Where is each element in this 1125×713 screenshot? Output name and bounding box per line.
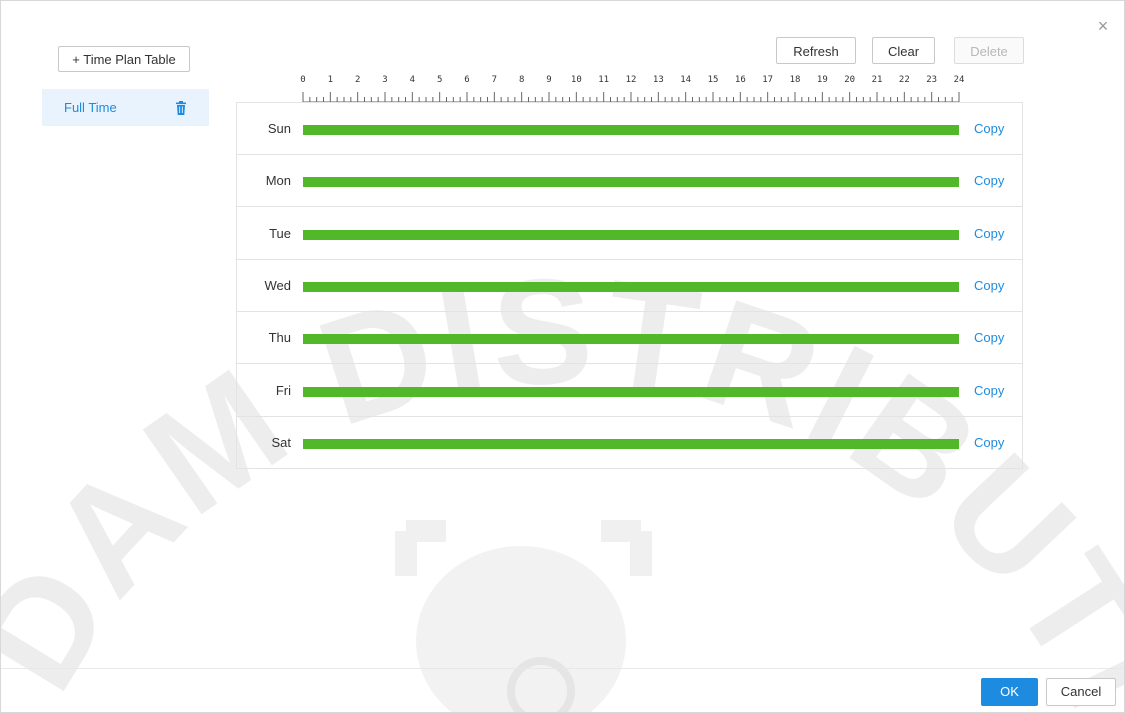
hour-label: 12: [625, 75, 637, 85]
day-label: Tue: [269, 225, 291, 241]
ok-button[interactable]: OK: [981, 678, 1038, 706]
copy-link[interactable]: Copy: [974, 312, 1004, 364]
day-row-sun: Sun Copy: [237, 103, 1022, 155]
day-timeline-track[interactable]: [303, 177, 959, 188]
copy-link[interactable]: Copy: [974, 155, 1004, 207]
day-row-fri: Fri Copy: [237, 365, 1022, 417]
time-segment-bar[interactable]: [303, 334, 959, 345]
copy-link[interactable]: Copy: [974, 103, 1004, 155]
footer-divider: [1, 668, 1124, 669]
time-segment-bar[interactable]: [303, 281, 959, 292]
plan-item-full-time[interactable]: Full Time: [42, 89, 209, 126]
hour-label: 24: [953, 75, 965, 85]
hour-label: 23: [926, 75, 938, 85]
day-timeline-track[interactable]: [303, 438, 959, 449]
hour-label: 11: [598, 75, 610, 85]
hour-label: 17: [762, 75, 774, 85]
hour-label: 15: [707, 75, 719, 85]
hour-label: 0: [300, 75, 306, 85]
day-timeline-track[interactable]: [303, 229, 959, 240]
time-segment-bar[interactable]: [303, 438, 959, 449]
hour-label: 2: [354, 75, 361, 85]
time-segment-bar[interactable]: [303, 125, 959, 135]
copy-link[interactable]: Copy: [974, 365, 1004, 417]
time-segment-bar[interactable]: [303, 229, 959, 240]
copy-link[interactable]: Copy: [974, 260, 1004, 312]
time-segment-bar[interactable]: [303, 386, 959, 397]
copy-link[interactable]: Copy: [974, 417, 1004, 469]
day-label: Fri: [275, 382, 291, 398]
day-label: Thu: [268, 330, 291, 346]
hour-label: 14: [680, 75, 692, 85]
day-row-wed: Wed Copy: [237, 260, 1022, 312]
hour-label: 22: [898, 75, 910, 85]
weekly-schedule-grid: Sun Copy Mon Copy Tue Copy Wed Copy Thu Copy Fri Co…: [236, 102, 1023, 469]
hour-label: 10: [570, 75, 582, 85]
day-label: Sat: [271, 434, 291, 450]
delete-button[interactable]: Delete: [954, 37, 1024, 64]
day-row-sat: Sat Copy: [237, 417, 1022, 469]
time-plan-list: Full Time: [42, 89, 209, 126]
hour-label: 8: [518, 75, 525, 85]
day-label: Wed: [264, 277, 292, 293]
hour-label: 13: [652, 75, 664, 85]
day-timeline-track[interactable]: [303, 125, 959, 135]
hour-label: 16: [734, 75, 746, 85]
day-timeline-track[interactable]: [303, 386, 959, 397]
hour-label: 9: [546, 75, 552, 85]
add-time-plan-button[interactable]: + Time Plan Table: [58, 46, 190, 72]
hour-label: 3: [382, 75, 388, 85]
close-icon[interactable]: ×: [1094, 17, 1112, 35]
day-timeline-track[interactable]: [303, 334, 959, 345]
hour-label: 21: [871, 75, 883, 85]
hour-ruler-labels: 0 1 2 3 4 5 6 7 8 9 10 11 12 13 14 15 16 17 18 19 20 21 22 23 24: [300, 75, 964, 87]
plan-item-label: Full Time: [64, 100, 117, 115]
hour-ruler: 0 1 2 3 4 5 6 7 8 9 10 11 12 13 14 15 16 17 18 19 20 21 22 23 24: [300, 75, 964, 105]
time-plan-dialog: DAM DISTRIBUTION × + Time Plan Table Ful…: [0, 0, 1125, 713]
copy-link[interactable]: Copy: [974, 208, 1004, 260]
hour-ruler-ticks: [302, 92, 960, 103]
time-segment-bar[interactable]: [303, 177, 959, 188]
day-label: Mon: [265, 173, 291, 189]
clear-button[interactable]: Clear: [872, 37, 935, 64]
hour-label: 19: [816, 75, 828, 85]
trash-icon[interactable]: [175, 100, 187, 115]
day-timeline-track[interactable]: [303, 281, 959, 292]
day-label: Sun: [267, 121, 291, 136]
hour-label: 18: [789, 75, 801, 85]
day-row-tue: Tue Copy: [237, 208, 1022, 260]
hour-label: 6: [464, 75, 470, 85]
hour-label: 4: [409, 75, 416, 85]
hour-label: 5: [436, 75, 443, 85]
hour-label: 1: [327, 75, 334, 85]
hour-label: 20: [844, 75, 856, 85]
day-row-thu: Thu Copy: [237, 312, 1022, 365]
refresh-button[interactable]: Refresh: [776, 37, 856, 64]
day-row-mon: Mon Copy: [237, 155, 1022, 208]
hour-label: 7: [491, 75, 498, 85]
cancel-button[interactable]: Cancel: [1046, 678, 1116, 706]
